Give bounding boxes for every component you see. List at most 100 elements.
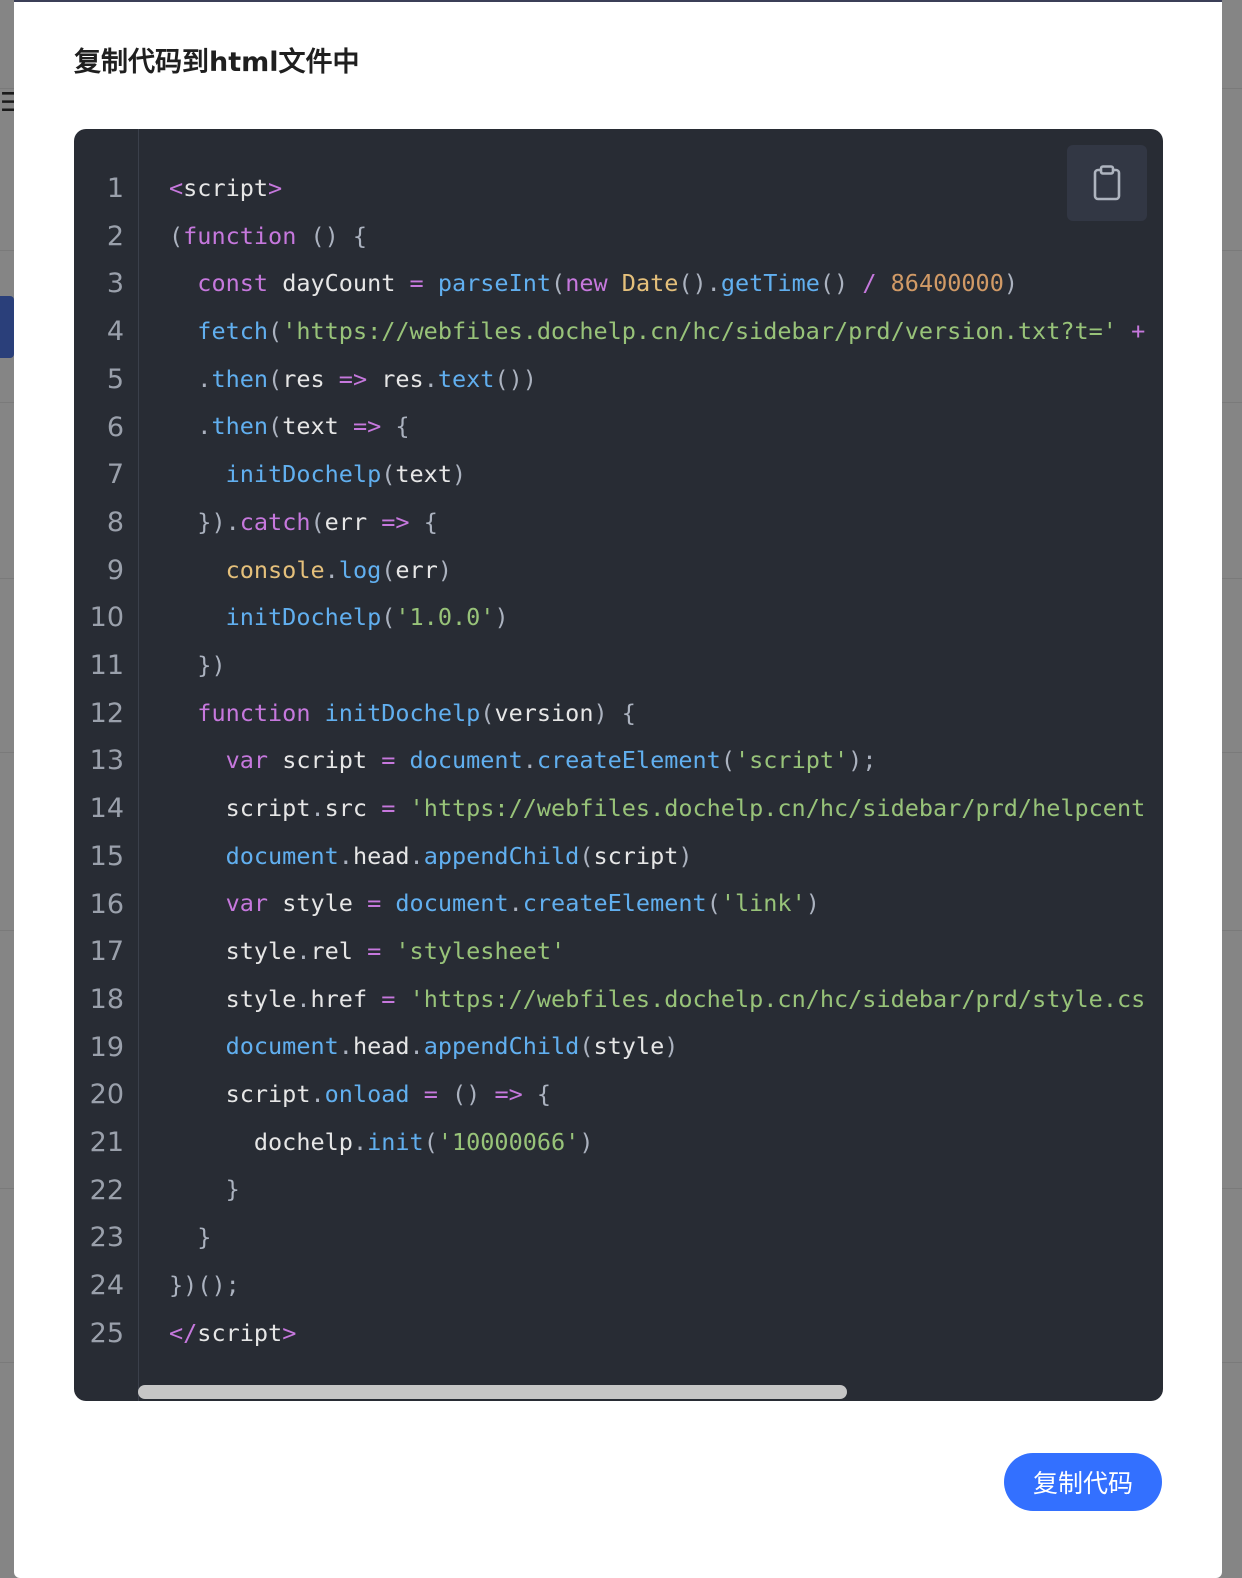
code-token: ( (310, 507, 325, 536)
code-token: . (338, 1032, 353, 1061)
background-sidebar-tab (0, 296, 14, 358)
code-token: document (409, 746, 523, 775)
code-token: () { (296, 221, 368, 250)
code-token: href (310, 984, 382, 1013)
code-token: var (225, 889, 269, 918)
code-token: err (324, 507, 382, 536)
code-token: appendChild (423, 841, 580, 870)
line-number: 6 (106, 411, 124, 443)
code-line: document.head.appendChild(script) (169, 833, 1163, 881)
line-number: 13 (89, 745, 124, 777)
code-token: = (367, 937, 382, 965)
copy-code-modal: 复制代码到html文件中 1 2 3 4 5 6 7 8 9 10 11 12 13 14 15 16 17 18… (14, 0, 1222, 1578)
code-token: < (169, 174, 184, 202)
code-token: . (324, 555, 339, 584)
code-token: () (819, 269, 863, 298)
code-token: ) { (593, 698, 636, 727)
line-number: 19 (89, 1031, 124, 1063)
code-line: } (169, 1166, 1163, 1214)
line-number: 4 (106, 316, 124, 348)
code-token: script (169, 793, 311, 822)
scrollbar-thumb[interactable] (138, 1385, 847, 1399)
code-token: </ (169, 1318, 198, 1347)
line-number-gutter: 1 2 3 4 5 6 7 8 9 10 11 12 13 14 15 16 17 18 19 20 21 22 23 24 2… (74, 129, 139, 1401)
code-token: }). (169, 507, 240, 536)
line-number: 2 (106, 220, 124, 252)
line-number: 5 (106, 363, 124, 395)
line-number: 10 (89, 602, 124, 634)
code-token: init (367, 1127, 424, 1156)
code-token: ) (664, 1032, 679, 1061)
code-token: ( (381, 460, 396, 489)
code-line: }).catch(err => { (169, 499, 1163, 547)
code-line: <script> (169, 165, 1163, 213)
line-number: 9 (106, 554, 124, 586)
code-token: + (1116, 317, 1146, 346)
line-number: 22 (89, 1174, 124, 1206)
code-token: dayCount (268, 269, 410, 298)
code-token: log (338, 555, 382, 584)
code-token: new (565, 269, 608, 298)
modal-title: 复制代码到html文件中 (74, 47, 360, 78)
code-token: rel (310, 937, 368, 965)
code-token: . (296, 984, 311, 1013)
code-token: = (423, 1080, 438, 1109)
code-token: ( (720, 746, 735, 775)
code-token: = (381, 984, 396, 1013)
code-token: . (310, 1080, 325, 1109)
code-token: / (862, 269, 877, 298)
code-token: 'https://webfiles.dochelp.cn/hc/sidebar/… (282, 317, 1117, 346)
code-token: } (169, 1175, 240, 1204)
line-number: 3 (106, 268, 124, 300)
line-number: 18 (89, 983, 124, 1015)
copy-code-button[interactable]: 复制代码 (1004, 1453, 1162, 1511)
line-number: 1 (106, 173, 124, 204)
code-token: { (522, 1080, 552, 1109)
code-line: } (169, 1214, 1163, 1262)
code-token: = (381, 746, 396, 775)
code-token: style (169, 937, 297, 965)
code-token: style (169, 984, 297, 1013)
code-token: . (169, 364, 212, 393)
code-token: '10000066' (437, 1127, 580, 1156)
code-token: Date (621, 269, 679, 298)
code-token: => (494, 1080, 523, 1109)
code-token: ) (1003, 269, 1018, 298)
code-line: style.href = 'https://webfiles.dochelp.c… (169, 976, 1163, 1024)
code-line: }) (169, 642, 1163, 690)
code-line: const dayCount = parseInt(new Date().get… (169, 260, 1163, 308)
code-token: ) (494, 603, 509, 632)
code-token: . (310, 793, 325, 822)
line-number: 20 (89, 1079, 124, 1111)
code-token: ()) (494, 364, 537, 393)
code-token: ( (381, 603, 396, 632)
code-token: 'stylesheet' (395, 937, 566, 965)
code-token: ) (805, 889, 820, 918)
copy-icon-button[interactable] (1067, 145, 1147, 221)
code-token: createElement (522, 889, 707, 918)
horizontal-scrollbar[interactable] (138, 1381, 1163, 1401)
code-token: (). (678, 269, 721, 298)
code-line: (function () { (169, 213, 1163, 261)
code-token: script (197, 1318, 283, 1347)
code-token: 'link' (720, 889, 806, 918)
code-token: appendChild (423, 1032, 580, 1061)
code-token: 'script' (734, 746, 849, 775)
code-token: function (197, 698, 311, 727)
code-token: }) (169, 650, 226, 679)
code-token: { (409, 507, 438, 536)
line-number: 8 (106, 506, 124, 538)
code-token: ) (678, 841, 693, 870)
code-token: ); (848, 746, 877, 775)
code-line: .then(text => { (169, 403, 1163, 451)
code-line: initDochelp('1.0.0') (169, 594, 1163, 642)
code-token: > (268, 174, 283, 202)
